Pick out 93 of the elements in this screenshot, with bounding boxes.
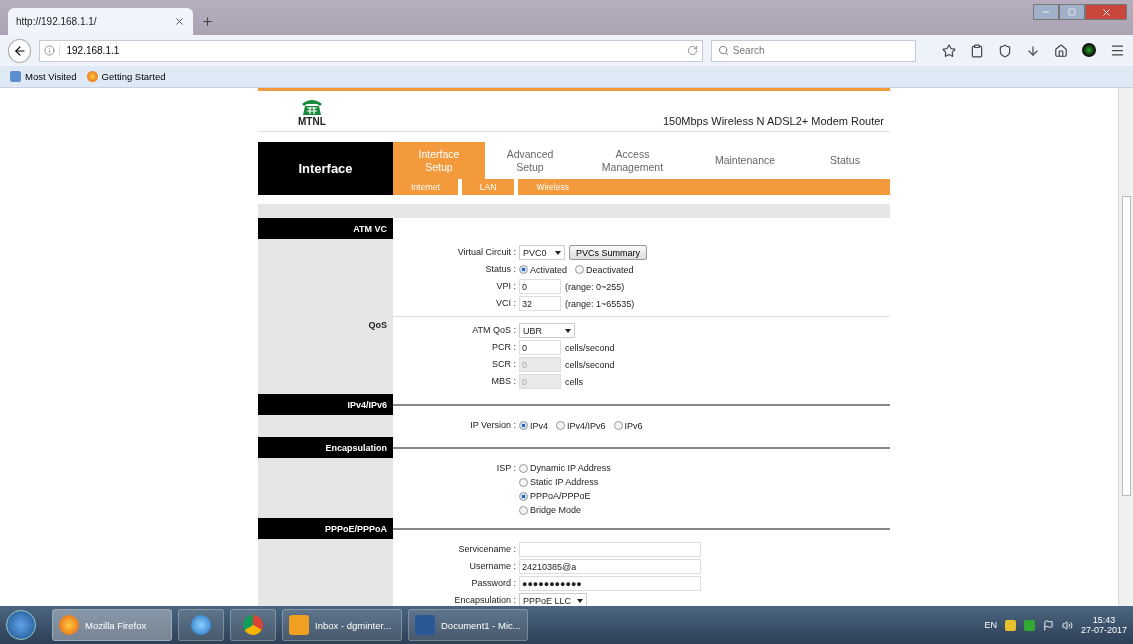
group-label: QoS [368,320,387,330]
field-label: PCR : [491,341,517,354]
browser-tab[interactable]: http://192.168.1.1/ [8,8,193,35]
field-label: Servicename : [457,543,517,556]
radio-button[interactable] [556,421,565,430]
menu-icon[interactable] [1110,43,1125,58]
taskbar-button[interactable] [230,609,276,641]
close-icon [1100,6,1112,18]
input-field[interactable]: 32 [519,296,561,311]
download-icon[interactable] [1026,43,1040,58]
search-icon [717,45,729,56]
back-button[interactable] [8,38,32,63]
taskbar-button[interactable] [178,609,224,641]
caret-icon [555,250,561,255]
pvcs-summary-button[interactable]: PVCs Summary [569,245,647,260]
search-field[interactable]: Search [710,39,916,62]
field-label: Password : [470,577,517,590]
scrollbar[interactable] [1118,88,1133,606]
bookmark[interactable]: Getting Started [86,71,166,82]
dropdown[interactable]: PVC0 [519,245,565,260]
radio-button[interactable] [519,421,528,430]
field-label: SCR : [491,358,517,371]
radio-button[interactable] [519,477,528,487]
radio-label: IPv4/IPv6 [567,420,606,431]
flag-icon[interactable] [1042,619,1054,631]
bookmark[interactable]: Most Visited [10,71,77,82]
input-field[interactable] [519,542,701,557]
volume-icon[interactable] [1061,619,1073,631]
section-header: PPPoE/PPPoA [258,518,393,539]
radio-button[interactable] [575,265,585,274]
field-label: IP Version : [469,419,517,432]
radio-button[interactable] [613,421,623,430]
minimize-button[interactable] [1033,4,1059,20]
radio-label: IPv6 [624,420,643,431]
start-button[interactable] [6,610,36,640]
field-note: cells/second [565,342,615,353]
chrome-icon [243,615,263,635]
caret-icon [565,328,571,333]
dropdown[interactable]: PPPoE LLC [519,593,588,606]
info-icon [44,45,56,56]
star-icon[interactable] [942,43,956,58]
model-name: 150Mbps Wireless N ADSL2+ Modem Router [663,115,884,127]
close-icon[interactable] [174,16,185,27]
field-note: cells/second [565,359,615,370]
field-label: Username : [468,560,517,573]
section-header: Encapsulation [258,437,393,458]
input-field[interactable]: ●●●●●●●●●●● [519,576,701,591]
reload-icon[interactable] [686,45,698,56]
tray-icon[interactable] [1004,619,1016,631]
maximize-icon [1068,8,1076,16]
field-label: VCI : [495,297,517,310]
taskbar-button[interactable]: Inbox - dgminter... [282,609,402,641]
back-arrow-icon [12,43,27,58]
maximize-button[interactable] [1059,4,1085,20]
radio-button[interactable] [519,491,528,501]
field-note: cells [565,376,583,387]
language-indicator[interactable]: EN [984,620,997,630]
radio-button[interactable] [519,265,528,274]
caret-icon [577,598,584,603]
radio-label: Deactivated [586,264,634,275]
field-note: (range: 1~65535) [565,298,635,309]
radio-label: Dynamic IP Address [530,463,611,473]
section-header: ATM VC [258,218,393,239]
field-label: MBS : [490,375,517,388]
radio-label: Activated [530,264,568,275]
input-field[interactable]: 0 [519,340,561,355]
field-label: ISP : [495,462,517,475]
field-label: Encapsulation : [453,594,517,606]
tray-icon[interactable] [1023,619,1035,631]
new-tab-icon[interactable] [201,15,214,28]
field-label: Virtual Circuit : [456,246,517,259]
radio-label: PPPoA/PPPoE [530,491,591,501]
field-label: ATM QoS : [471,324,517,337]
shield-icon[interactable] [998,43,1012,58]
section-header: IPv4/IPv6 [258,394,393,415]
clipboard-icon[interactable] [970,43,984,58]
radio-label: IPv4 [530,420,548,431]
field-label: VPI : [495,280,517,293]
dropdown[interactable]: UBR [519,323,575,338]
radio-label: Static IP Address [530,477,599,487]
home-icon[interactable] [1054,43,1068,58]
field-label: Status : [484,263,517,276]
input-field[interactable]: 0 [519,279,561,294]
clock[interactable]: 15:43 27-07-2017 [1080,615,1127,635]
radio-button[interactable] [519,505,528,515]
brand-name: MTNL [298,116,326,127]
taskbar-button[interactable]: Document1 - Mic... [408,609,528,641]
field-note: (range: 0~255) [565,281,625,292]
address-bar[interactable]: 192.168.1.1 [39,39,703,62]
input-field[interactable]: 24210385@a [519,559,701,574]
radio-button[interactable] [519,463,528,473]
section-title: Interface [258,142,393,195]
radio-label: Bridge Mode [530,505,582,515]
